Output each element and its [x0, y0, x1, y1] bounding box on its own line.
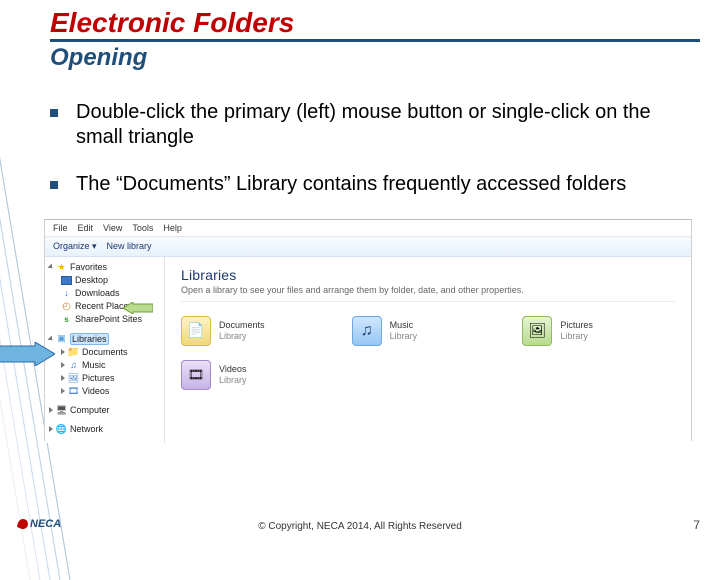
nav-item-label: Videos [82, 386, 109, 396]
nav-item-label: Documents [82, 347, 128, 357]
navigation-pane: ★ Favorites Desktop Downloads Recent Pla… [45, 257, 165, 443]
menu-help[interactable]: Help [163, 223, 182, 233]
nav-item-label: SharePoint Sites [75, 314, 142, 324]
bullet-item: Double-click the primary (left) mouse bu… [50, 100, 680, 150]
nav-label: Computer [70, 405, 110, 415]
slide-title: Electronic Folders [50, 8, 700, 42]
library-name: Music [390, 320, 414, 330]
menu-edit[interactable]: Edit [78, 223, 94, 233]
nav-sharepoint[interactable]: SharePoint Sites [47, 313, 162, 326]
pictures-library-icon [522, 316, 552, 346]
star-icon: ★ [56, 262, 67, 273]
music-icon [68, 360, 79, 371]
callout-small-arrow-icon [123, 302, 153, 314]
slide-subtitle: Opening [50, 44, 700, 72]
expand-icon[interactable] [47, 264, 54, 271]
expand-icon[interactable] [49, 426, 53, 432]
bullet-list: Double-click the primary (left) mouse bu… [50, 100, 700, 197]
nav-music[interactable]: Music [47, 359, 162, 372]
content-heading: Libraries [181, 267, 675, 283]
explorer-window: File Edit View Tools Help Organize ▾ New… [44, 219, 692, 441]
videos-icon [68, 386, 79, 397]
nav-videos[interactable]: Videos [47, 385, 162, 398]
library-sub: Library [560, 331, 588, 341]
expand-icon[interactable] [49, 407, 53, 413]
expand-icon[interactable] [61, 349, 65, 355]
videos-library-icon [181, 360, 211, 390]
expand-icon[interactable] [61, 375, 65, 381]
menu-view[interactable]: View [103, 223, 122, 233]
library-item-documents[interactable]: DocumentsLibrary [181, 316, 334, 346]
library-sub: Library [219, 331, 247, 341]
pictures-icon [68, 373, 79, 384]
recent-icon [61, 301, 72, 312]
libraries-icon: ▣ [56, 333, 67, 344]
desktop-icon [61, 275, 72, 286]
download-icon [61, 288, 72, 299]
documents-library-icon [181, 316, 211, 346]
expand-icon[interactable] [61, 362, 65, 368]
library-item-videos[interactable]: VideosLibrary [181, 360, 334, 390]
new-library-button[interactable]: New library [107, 241, 152, 251]
nav-item-label: Music [82, 360, 106, 370]
library-item-music[interactable]: MusicLibrary [352, 316, 505, 346]
toolbar: Organize ▾ New library [45, 237, 691, 257]
library-sub: Library [219, 375, 247, 385]
nav-documents[interactable]: Documents [47, 346, 162, 359]
nav-pictures[interactable]: Pictures [47, 372, 162, 385]
library-sub: Library [390, 331, 418, 341]
nav-downloads[interactable]: Downloads [47, 287, 162, 300]
nav-libraries[interactable]: ▣ Libraries [47, 332, 162, 346]
content-pane: Libraries Open a library to see your fil… [165, 257, 691, 443]
nav-item-label: Downloads [75, 288, 120, 298]
nav-item-label: Desktop [75, 275, 108, 285]
library-item-pictures[interactable]: PicturesLibrary [522, 316, 675, 346]
nav-item-label: Pictures [82, 373, 115, 383]
library-name: Videos [219, 364, 246, 374]
computer-icon [56, 405, 67, 416]
library-name: Pictures [560, 320, 593, 330]
music-library-icon [352, 316, 382, 346]
folder-icon [68, 347, 79, 358]
nav-computer[interactable]: Computer [47, 404, 162, 417]
nav-network[interactable]: Network [47, 423, 162, 436]
sharepoint-icon [61, 314, 72, 325]
menu-tools[interactable]: Tools [132, 223, 153, 233]
network-icon [56, 424, 67, 435]
organize-button[interactable]: Organize ▾ [53, 241, 97, 252]
nav-label: Favorites [70, 262, 107, 272]
nav-favorites[interactable]: ★ Favorites [47, 261, 162, 274]
menu-bar: File Edit View Tools Help [45, 220, 691, 237]
nav-label: Network [70, 424, 103, 434]
nav-label: Libraries [70, 333, 109, 345]
library-name: Documents [219, 320, 265, 330]
menu-file[interactable]: File [53, 223, 68, 233]
content-subtext: Open a library to see your files and arr… [181, 285, 675, 302]
bullet-item: The “Documents” Library contains frequen… [50, 172, 680, 197]
nav-desktop[interactable]: Desktop [47, 274, 162, 287]
callout-arrow-icon [0, 342, 55, 366]
expand-icon[interactable] [61, 388, 65, 394]
